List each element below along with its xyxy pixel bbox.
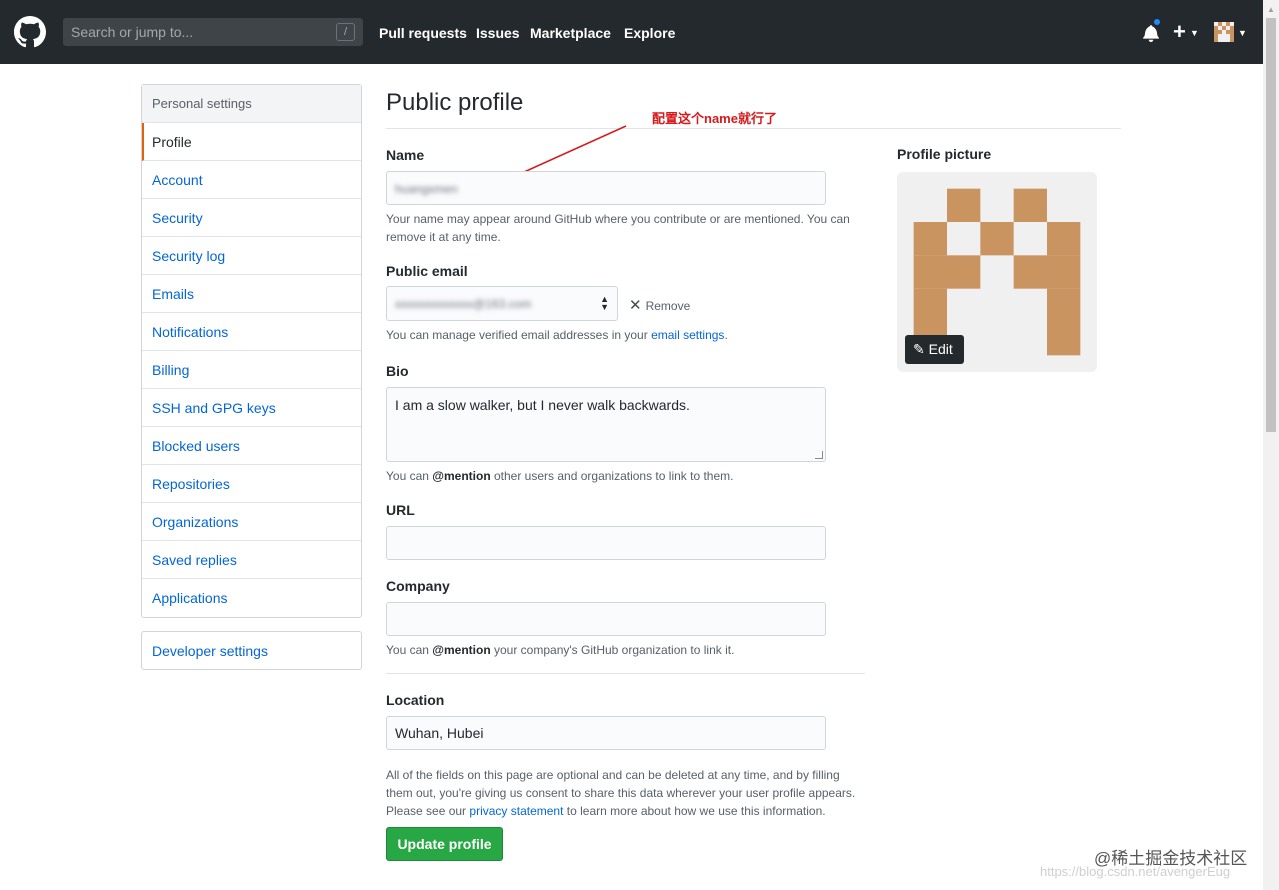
settings-sidebar: Personal settings Profile Account Securi… — [141, 84, 362, 618]
resize-handle-icon[interactable] — [815, 451, 823, 459]
email-help-text: You can manage verified email addresses … — [386, 326, 856, 344]
remove-email-button[interactable]: ✕ Remove — [629, 296, 690, 314]
search-placeholder: Search or jump to... — [71, 24, 194, 40]
url-label: URL — [386, 502, 415, 518]
company-help-text: You can @mention your company's GitHub o… — [386, 641, 856, 659]
section-divider — [386, 673, 865, 674]
sidebar-item-repositories[interactable]: Repositories — [142, 465, 361, 503]
github-logo-icon[interactable] — [14, 16, 46, 48]
scrollbar-thumb[interactable] — [1266, 18, 1276, 432]
email-settings-link[interactable]: email settings — [651, 328, 724, 342]
search-input[interactable]: Search or jump to... / — [63, 18, 363, 46]
company-label: Company — [386, 578, 450, 594]
company-help-suffix: your company's GitHub organization to li… — [494, 643, 735, 657]
sidebar-item-account[interactable]: Account — [142, 161, 361, 199]
select-arrows-icon: ▲ ▼ — [600, 294, 609, 312]
name-help-text: Your name may appear around GitHub where… — [386, 212, 850, 244]
update-profile-button[interactable]: Update profile — [386, 827, 503, 861]
chevron-down-icon: ▼ — [1238, 28, 1247, 38]
sidebar-item-security-log[interactable]: Security log — [142, 237, 361, 275]
page-title: Public profile — [386, 89, 524, 116]
company-input[interactable] — [386, 602, 826, 636]
pencil-icon: ✎ — [913, 341, 925, 357]
page-scrollbar[interactable]: ▲ — [1263, 0, 1279, 890]
consent-text-suffix: to learn more about how we use this info… — [566, 804, 826, 818]
sidebar-item-developer-settings[interactable]: Developer settings — [141, 631, 362, 670]
sidebar-item-blocked-users[interactable]: Blocked users — [142, 427, 361, 465]
email-help-suffix: . — [724, 328, 728, 342]
privacy-statement-link[interactable]: privacy statement — [469, 804, 563, 818]
scroll-up-arrow-icon[interactable]: ▲ — [1267, 5, 1275, 14]
location-input[interactable]: Wuhan, Hubei — [386, 716, 826, 750]
top-navbar: Search or jump to... / Pull requests Iss… — [0, 0, 1263, 64]
edit-avatar-button[interactable]: ✎ Edit — [905, 335, 964, 364]
sidebar-heading: Personal settings — [142, 85, 361, 123]
location-value: Wuhan, Hubei — [395, 725, 484, 741]
bio-value: I am a slow walker, but I never walk bac… — [395, 397, 690, 413]
edit-label: Edit — [928, 341, 953, 357]
bio-help-suffix: other users and organizations to link to… — [494, 469, 734, 483]
annotation-text: 配置这个name就行了 — [652, 111, 777, 126]
profile-picture-label: Profile picture — [897, 146, 992, 162]
name-label: Name — [386, 147, 425, 163]
bio-help-prefix: You can — [386, 469, 429, 483]
nav-pull-requests[interactable]: Pull requests — [379, 25, 467, 41]
email-help-prefix: You can manage verified email addresses … — [386, 328, 648, 342]
nav-issues[interactable]: Issues — [476, 25, 520, 41]
watermark-url: https://blog.csdn.net/avengerEug — [1040, 864, 1231, 879]
sidebar-item-profile[interactable]: Profile — [142, 123, 361, 161]
name-value: huangxmen — [395, 182, 458, 196]
nav-explore[interactable]: Explore — [624, 25, 675, 41]
company-help-prefix: You can — [386, 643, 429, 657]
sidebar-item-emails[interactable]: Emails — [142, 275, 361, 313]
location-label: Location — [386, 692, 445, 708]
chevron-down-icon: ▼ — [1190, 28, 1199, 38]
name-input[interactable]: huangxmen — [386, 171, 826, 205]
unread-indicator-dot — [1152, 17, 1162, 27]
sidebar-item-security[interactable]: Security — [142, 199, 361, 237]
company-mention-text: @mention — [432, 643, 491, 657]
sidebar-item-applications[interactable]: Applications — [142, 579, 361, 617]
bio-label: Bio — [386, 363, 409, 379]
user-avatar[interactable] — [1214, 22, 1234, 42]
remove-label: Remove — [645, 299, 691, 313]
bio-mention-text: @mention — [432, 469, 491, 483]
public-email-label: Public email — [386, 263, 468, 279]
nav-marketplace[interactable]: Marketplace — [530, 25, 611, 41]
sidebar-item-saved-replies[interactable]: Saved replies — [142, 541, 361, 579]
search-shortcut-key: / — [336, 23, 355, 41]
close-icon: ✕ — [629, 297, 642, 314]
sidebar-item-organizations[interactable]: Organizations — [142, 503, 361, 541]
sidebar-item-ssh-gpg-keys[interactable]: SSH and GPG keys — [142, 389, 361, 427]
public-email-select[interactable]: xxxxxxxxxxxxx@163.com ▲ ▼ — [386, 286, 618, 321]
bio-help-text: You can @mention other users and organiz… — [386, 467, 856, 485]
sidebar-item-billing[interactable]: Billing — [142, 351, 361, 389]
create-new-plus-icon[interactable]: + — [1173, 19, 1186, 45]
consent-notice: All of the fields on this page are optio… — [386, 766, 856, 820]
url-input[interactable] — [386, 526, 826, 560]
bio-textarea[interactable]: I am a slow walker, but I never walk bac… — [386, 387, 826, 462]
public-email-value: xxxxxxxxxxxxx@163.com — [395, 297, 532, 311]
sidebar-item-notifications[interactable]: Notifications — [142, 313, 361, 351]
